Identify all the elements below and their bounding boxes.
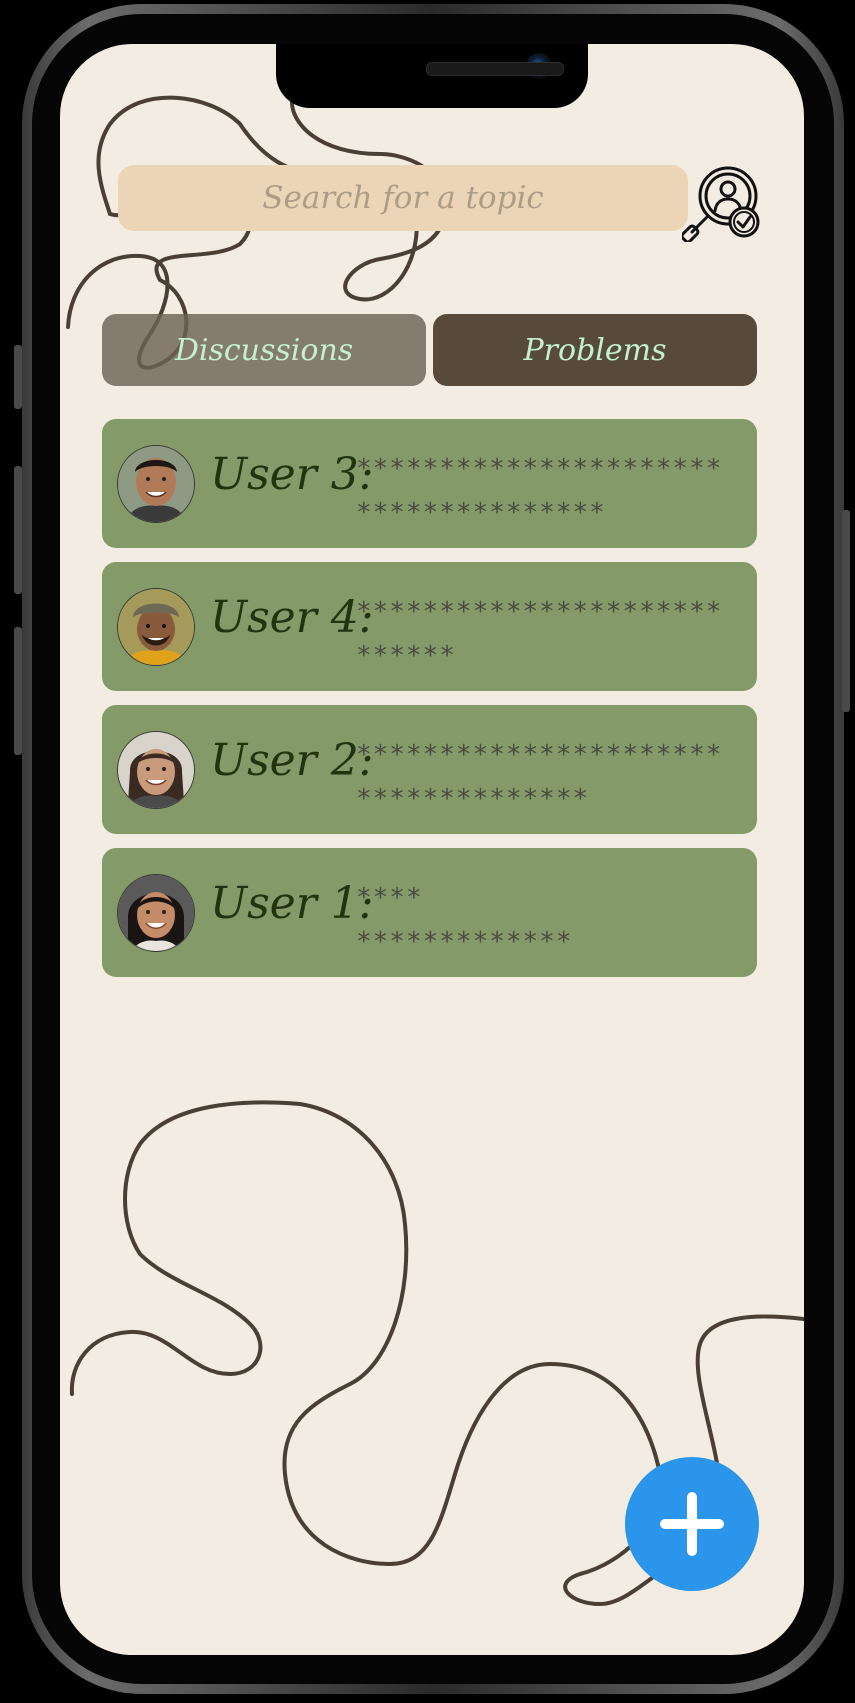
user-name: User 4: [210,592,374,643]
list-item[interactable]: User 2: ********************** *********… [102,705,757,834]
tab-problems-label: Problems [523,332,667,368]
avatar-user-2 [117,731,195,809]
avatar-user-1 [117,874,195,952]
app-screen: Search for a topic Discussions Problems [60,44,804,1655]
avatar-user-4 [117,588,195,666]
avatar-user-3 [117,445,195,523]
search-placeholder: Search for a topic [262,180,544,216]
tab-discussions[interactable]: Discussions [102,314,426,386]
tab-discussions-label: Discussions [174,332,354,368]
list-item[interactable]: User 4: ********************** ****** [102,562,757,691]
post-text: **** ************* [356,883,573,957]
plus-icon [660,1492,724,1556]
profile-search-icon[interactable] [680,162,762,244]
notch [276,44,588,108]
user-name: User 1: [210,878,374,929]
post-text: ********************** *************** [356,454,723,528]
volume-down-button [14,627,22,755]
add-post-button[interactable] [625,1457,759,1591]
list-item[interactable]: User 3: ********************** *********… [102,419,757,548]
earpiece-speaker [426,62,564,76]
volume-up-button [14,466,22,594]
post-text: ********************** ************** [356,740,723,814]
user-name: User 3: [210,449,374,500]
mute-switch [14,345,22,409]
search-input[interactable]: Search for a topic [118,165,688,231]
power-button [842,510,850,712]
post-text: ********************** ****** [356,597,723,671]
list-item[interactable]: User 1: **** ************* [102,848,757,977]
tab-problems[interactable]: Problems [433,314,757,386]
user-name: User 2: [210,735,374,786]
